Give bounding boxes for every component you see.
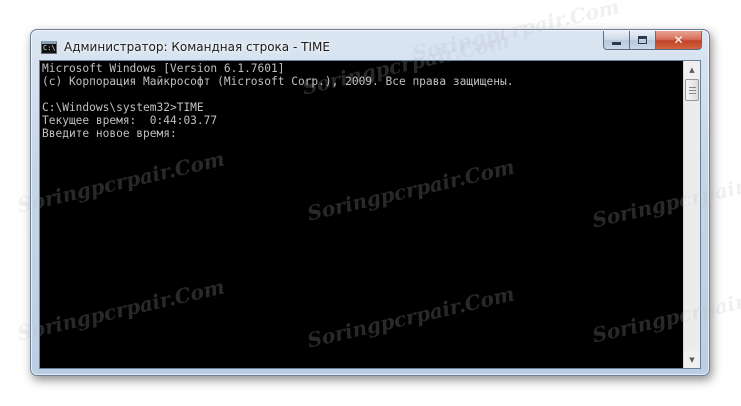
arrow-up-icon: ▲: [689, 65, 695, 74]
scroll-thumb[interactable]: [685, 79, 699, 101]
arrow-down-icon: ▼: [689, 355, 695, 364]
maximize-button[interactable]: [630, 31, 656, 50]
command-prompt-window: C:\ Администратор: Командная строка - TI…: [30, 29, 710, 376]
console-lines: Microsoft Windows [Version 6.1.7601] (c)…: [42, 62, 513, 140]
cmd-icon[interactable]: C:\: [41, 41, 57, 54]
scroll-up-button[interactable]: ▲: [684, 61, 700, 78]
cmd-icon-text: C:\: [43, 44, 56, 52]
minimize-icon: [612, 41, 621, 45]
console-client-area: Microsoft Windows [Version 6.1.7601] (c)…: [39, 60, 701, 369]
grip-line: [689, 90, 696, 91]
vertical-scrollbar[interactable]: ▲ ▼: [683, 61, 700, 368]
scroll-down-button[interactable]: ▼: [684, 351, 700, 368]
maximize-icon: [638, 36, 647, 44]
grip-line: [689, 87, 696, 88]
close-button[interactable]: ✕: [656, 31, 702, 50]
console-line: C:\Windows\system32>TIME: [42, 101, 204, 114]
close-icon: ✕: [673, 33, 684, 47]
console-line: (c) Корпорация Майкрософт (Microsoft Cor…: [42, 75, 514, 88]
console-line: Microsoft Windows [Version 6.1.7601]: [42, 62, 285, 75]
minimize-button[interactable]: [603, 31, 630, 50]
title-bar[interactable]: C:\ Администратор: Командная строка - TI…: [31, 30, 709, 60]
console-prompt-line[interactable]: Введите новое время:: [42, 127, 513, 140]
grip-line: [689, 93, 696, 94]
console-output[interactable]: Microsoft Windows [Version 6.1.7601] (c)…: [40, 61, 683, 368]
window-controls: ✕: [603, 31, 702, 50]
console-line: Текущее время: 0:44:03.77: [42, 114, 218, 127]
window-title: Администратор: Командная строка - TIME: [64, 40, 330, 54]
